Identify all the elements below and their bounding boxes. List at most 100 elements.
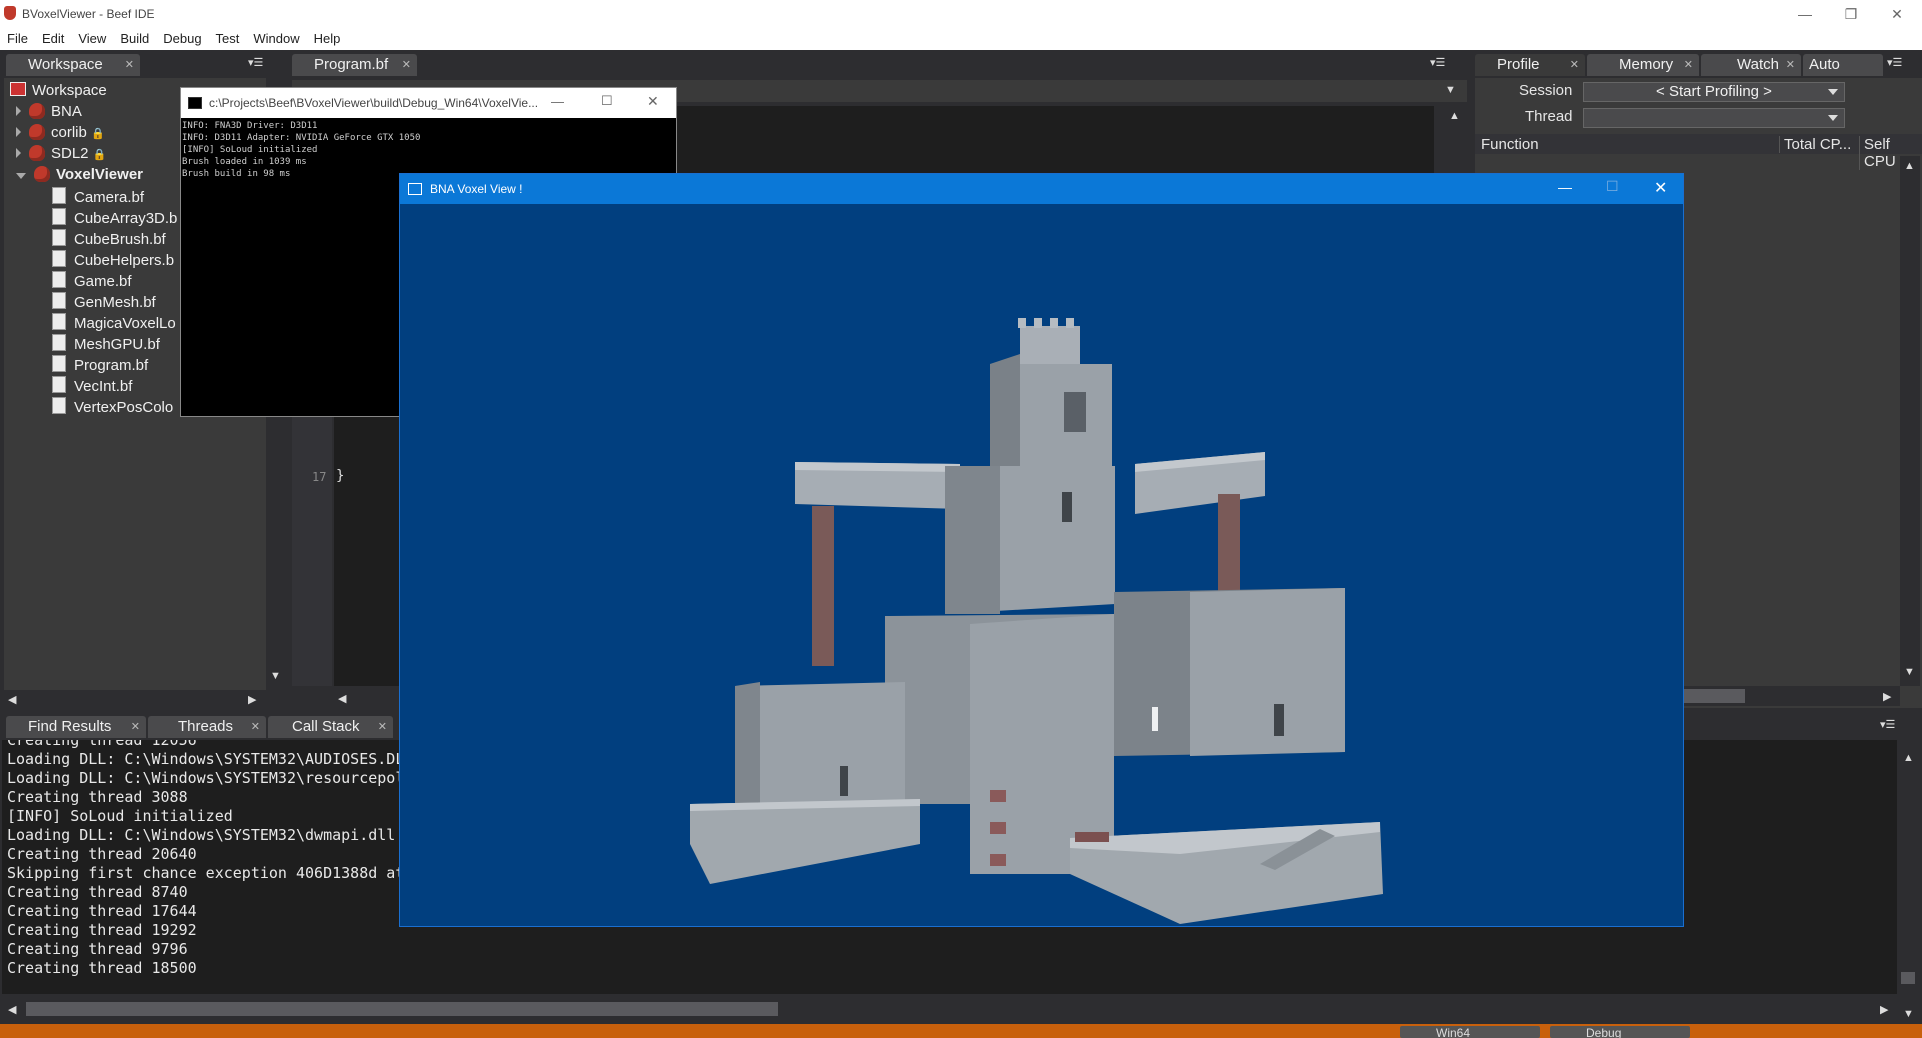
file-icon [52, 334, 66, 351]
minimize-icon[interactable]: — [1558, 179, 1572, 195]
scroll-up-icon[interactable]: ▲ [1903, 752, 1914, 764]
scroll-thumb[interactable] [1901, 972, 1915, 984]
tab-watch[interactable]: Watch ✕ [1701, 54, 1801, 76]
close-icon[interactable]: ✕ [1786, 54, 1795, 76]
tab-threads[interactable]: Threads ✕ [148, 716, 266, 738]
tab-find-results[interactable]: Find Results ✕ [6, 716, 146, 738]
project-bna[interactable]: BNA [16, 103, 82, 120]
scroll-left-icon[interactable]: ◀ [8, 693, 16, 706]
tab-profile[interactable]: Profile ✕ [1475, 54, 1585, 76]
tab-call-stack[interactable]: Call Stack ✕ [268, 716, 393, 738]
panel-menu-icon[interactable]: ▾☰ [1430, 56, 1445, 69]
horizontal-scrollbar[interactable]: ◀ ▶ [4, 690, 266, 708]
file-item[interactable]: GenMesh.bf [52, 292, 156, 311]
file-item[interactable]: CubeArray3D.b [52, 208, 177, 227]
tab-find-results-label: Find Results [28, 718, 112, 735]
output-vertical-scrollbar[interactable]: ▲ ▼ [1897, 740, 1919, 1020]
scroll-down-icon[interactable]: ▼ [1904, 666, 1915, 678]
tab-program-label: Program.bf [314, 56, 389, 73]
file-item[interactable]: Program.bf [52, 355, 148, 374]
file-icon [52, 187, 66, 204]
close-icon[interactable]: ✕ [1684, 54, 1693, 76]
scroll-right-icon[interactable]: ▶ [1883, 690, 1891, 703]
menu-test[interactable]: Test [209, 28, 247, 49]
scroll-thumb[interactable] [26, 1002, 778, 1016]
close-icon[interactable]: ✕ [647, 93, 659, 110]
file-item[interactable]: CubeHelpers.b [52, 250, 174, 269]
tree-root[interactable]: Workspace [10, 82, 107, 99]
file-item[interactable]: VertexPosColo [52, 397, 173, 416]
panel-menu-icon[interactable]: ▾☰ [1880, 718, 1895, 731]
file-label: Camera.bf [74, 189, 145, 206]
session-value: < Start Profiling > [1656, 83, 1772, 100]
scroll-down-icon[interactable]: ▼ [1903, 1008, 1914, 1020]
close-icon[interactable]: ✕ [1570, 54, 1579, 76]
minimize-button[interactable]: — [1782, 0, 1828, 28]
close-button[interactable]: ✕ [1874, 0, 1920, 28]
file-icon [52, 250, 66, 267]
scroll-right-icon[interactable]: ▶ [248, 693, 256, 706]
file-item[interactable]: CubeBrush.bf [52, 229, 166, 248]
project-corlib[interactable]: corlib 🔒 [16, 124, 105, 141]
menu-help[interactable]: Help [307, 28, 348, 49]
menu-edit[interactable]: Edit [35, 28, 71, 49]
maximize-icon[interactable]: ☐ [601, 93, 613, 109]
file-item[interactable]: Game.bf [52, 271, 132, 290]
file-label: MagicaVoxelLo [74, 315, 176, 332]
collapse-icon[interactable] [16, 173, 26, 179]
col-total-cpu[interactable]: Total CP... [1779, 136, 1851, 153]
file-item[interactable]: VecInt.bf [52, 376, 132, 395]
project-label: SDL2 [51, 145, 89, 162]
file-item[interactable]: MeshGPU.bf [52, 334, 160, 353]
menu-view[interactable]: View [71, 28, 113, 49]
tab-program-bf[interactable]: Program.bf ✕ [292, 54, 417, 76]
profile-vertical-scrollbar[interactable]: ▲ ▼ [1900, 156, 1920, 686]
scroll-left-icon[interactable]: ◀ [8, 1003, 16, 1016]
session-label: Session [1519, 82, 1573, 99]
file-label: GenMesh.bf [74, 294, 156, 311]
close-icon[interactable]: ✕ [1654, 178, 1667, 198]
beef-app-icon [4, 6, 16, 20]
panel-menu-icon[interactable]: ▾☰ [248, 56, 263, 69]
scroll-left-icon[interactable]: ◀ [338, 692, 346, 705]
expand-icon[interactable] [16, 106, 21, 116]
voxel-castle-render[interactable] [400, 204, 1683, 926]
project-icon [34, 166, 50, 182]
project-sdl2[interactable]: SDL2 🔒 [16, 145, 106, 162]
menu-build[interactable]: Build [113, 28, 156, 49]
minimize-icon[interactable]: — [551, 94, 564, 109]
file-icon [52, 229, 66, 246]
close-icon[interactable]: ✕ [402, 54, 411, 76]
file-item[interactable]: Camera.bf [52, 187, 144, 206]
output-horizontal-scrollbar[interactable]: ◀ ▶ [2, 998, 1897, 1020]
close-icon[interactable]: ✕ [131, 716, 140, 738]
menu-debug[interactable]: Debug [156, 28, 208, 49]
chevron-down-icon[interactable]: ▼ [1445, 84, 1456, 96]
tab-workspace[interactable]: Workspace ✕ [6, 54, 140, 76]
menu-file[interactable]: File [0, 28, 35, 49]
menu-window[interactable]: Window [246, 28, 306, 49]
maximize-icon[interactable]: ☐ [1606, 178, 1619, 195]
project-voxelviewer[interactable]: VoxelViewer [16, 166, 143, 183]
platform-dropdown[interactable]: Win64 [1400, 1026, 1540, 1038]
scroll-down-icon[interactable]: ▼ [270, 670, 281, 682]
tab-auto[interactable]: Auto [1803, 54, 1883, 76]
maximize-button[interactable]: ❐ [1828, 0, 1874, 28]
scroll-up-icon[interactable]: ▲ [1904, 160, 1915, 172]
close-icon[interactable]: ✕ [125, 54, 134, 76]
thread-dropdown[interactable] [1583, 108, 1845, 128]
panel-menu-icon[interactable]: ▾☰ [1887, 56, 1902, 69]
scroll-up-icon[interactable]: ▲ [1449, 110, 1460, 122]
expand-icon[interactable] [16, 127, 21, 137]
expand-icon[interactable] [16, 148, 21, 158]
scroll-right-icon[interactable]: ▶ [1880, 1003, 1888, 1016]
code-line: } [336, 468, 345, 484]
col-function[interactable]: Function [1481, 136, 1539, 153]
close-icon[interactable]: ✕ [378, 716, 387, 738]
tab-memory[interactable]: Memory ✕ [1587, 54, 1699, 76]
file-item[interactable]: MagicaVoxelLo [52, 313, 176, 332]
config-dropdown[interactable]: Debug [1550, 1026, 1690, 1038]
session-dropdown[interactable]: < Start Profiling > [1583, 82, 1845, 102]
close-icon[interactable]: ✕ [251, 716, 260, 738]
tab-threads-label: Threads [178, 718, 234, 735]
